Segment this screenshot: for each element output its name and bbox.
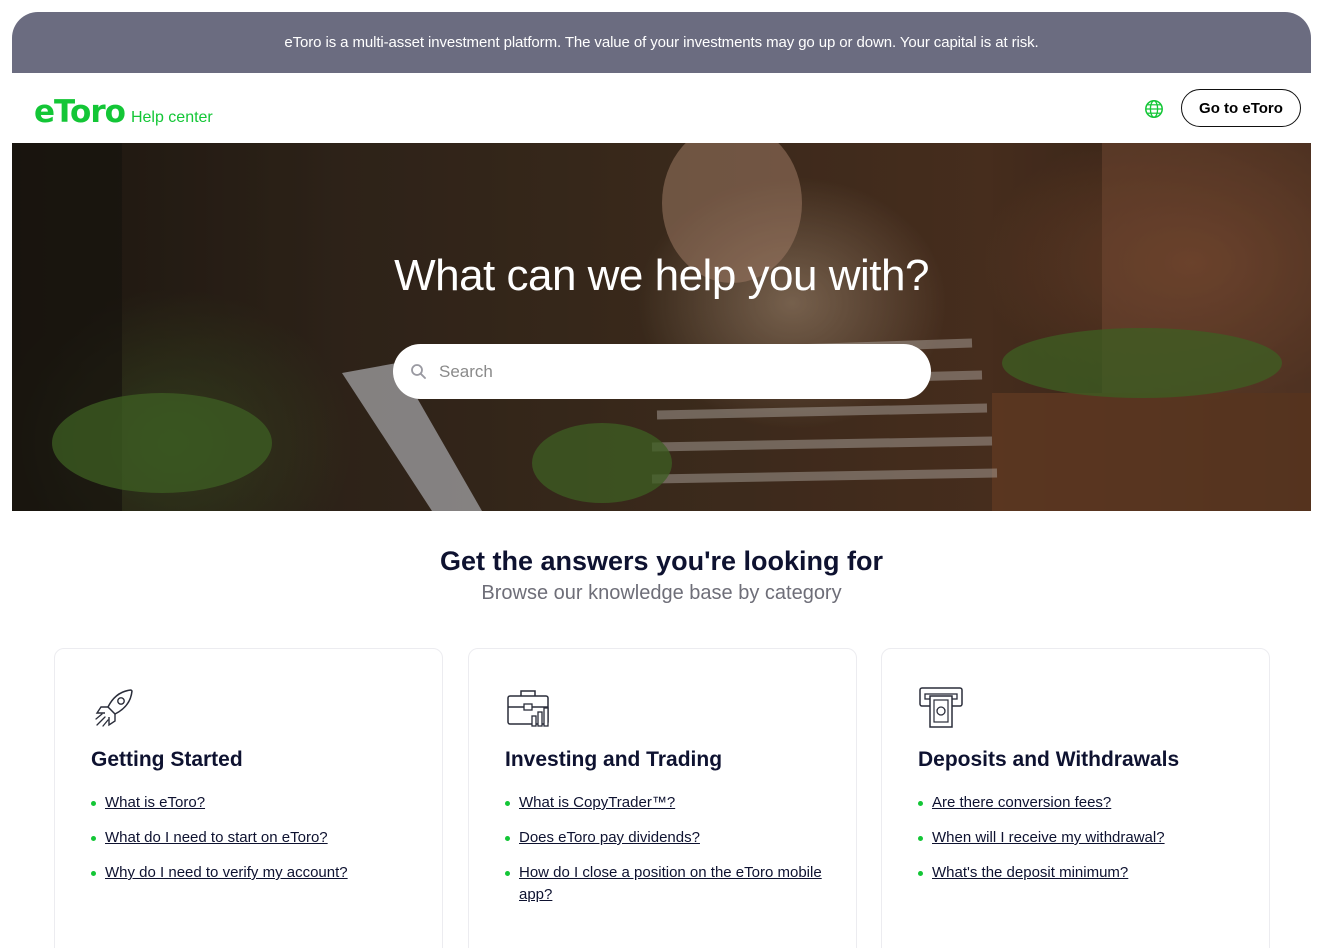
atm-cash-icon <box>919 687 963 728</box>
risk-warning-text: eToro is a multi-asset investment platfo… <box>284 34 1039 51</box>
faq-link[interactable]: When will I receive my withdrawal? <box>932 829 1165 846</box>
faq-link[interactable]: What is eToro? <box>105 794 205 811</box>
faq-link[interactable]: Does eToro pay dividends? <box>519 829 700 846</box>
go-to-etoro-button[interactable]: Go to eToro <box>1181 89 1301 127</box>
logo-wordmark: eToro <box>34 94 126 130</box>
list-item: When will I receive my withdrawal? <box>918 827 1238 849</box>
hero-overlay <box>12 143 1311 511</box>
risk-warning-banner: eToro is a multi-asset investment platfo… <box>12 12 1311 73</box>
list-item: What is eToro? <box>91 792 411 814</box>
search-input[interactable] <box>439 344 909 399</box>
faq-link[interactable]: What is CopyTrader™? <box>519 794 675 811</box>
section-heading: Get the answers you're looking for <box>439 546 883 576</box>
globe-icon[interactable] <box>1144 99 1164 119</box>
search-bar[interactable] <box>393 344 931 399</box>
rocket-icon <box>95 689 133 727</box>
briefcase-chart-icon <box>507 690 549 727</box>
list-item: Are there conversion fees? <box>918 792 1238 814</box>
faq-link[interactable]: Are there conversion fees? <box>932 794 1111 811</box>
faq-link[interactable]: What's the deposit minimum? <box>932 864 1128 881</box>
category-card-deposits-withdrawals[interactable]: Deposits and Withdrawals Are there conve… <box>881 648 1270 948</box>
etoro-logo[interactable]: eToro Help center <box>34 89 213 129</box>
list-item: What is CopyTrader™? <box>505 792 825 814</box>
search-icon <box>411 364 426 379</box>
category-card-investing-trading[interactable]: Investing and Trading What is CopyTrader… <box>468 648 857 948</box>
card-link-list: What is eToro? What do I need to start o… <box>91 792 411 897</box>
faq-link[interactable]: Why do I need to verify my account? <box>105 864 348 881</box>
logo-help-center-label: Help center <box>130 109 213 126</box>
list-item: Does eToro pay dividends? <box>505 827 825 849</box>
faq-link[interactable]: How do I close a position on the eToro m… <box>519 864 822 903</box>
section-subheading: Browse our knowledge base by category <box>481 582 842 604</box>
list-item: How do I close a position on the eToro m… <box>505 862 825 906</box>
card-title: Getting Started <box>91 748 243 771</box>
category-card-getting-started[interactable]: Getting Started What is eToro? What do I… <box>54 648 443 948</box>
faq-link[interactable]: What do I need to start on eToro? <box>105 829 328 846</box>
list-item: Why do I need to verify my account? <box>91 862 411 884</box>
card-link-list: Are there conversion fees? When will I r… <box>918 792 1238 897</box>
list-item: What's the deposit minimum? <box>918 862 1238 884</box>
card-title: Investing and Trading <box>505 748 723 771</box>
card-link-list: What is CopyTrader™? Does eToro pay divi… <box>505 792 825 919</box>
hero-title: What can we help you with? <box>394 251 929 300</box>
site-header: eToro Help center Go to eToro <box>12 73 1311 143</box>
card-title: Deposits and Withdrawals <box>918 748 1180 771</box>
hero-banner: What can we help you with? <box>12 143 1311 511</box>
list-item: What do I need to start on eToro? <box>91 827 411 849</box>
